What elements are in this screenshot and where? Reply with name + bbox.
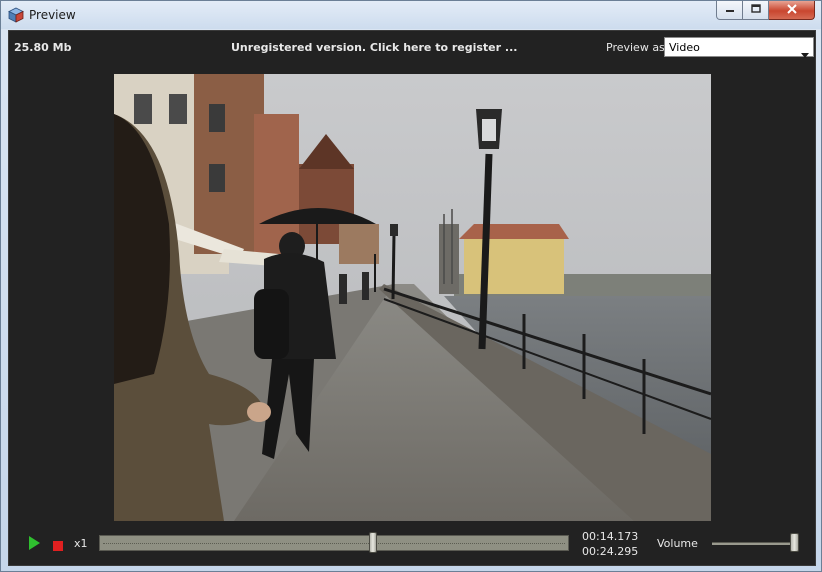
play-icon[interactable]: [28, 536, 40, 550]
chevron-down-icon: [801, 45, 809, 58]
preview-as-dropdown[interactable]: Video: [664, 37, 814, 58]
video-frame-image: [114, 74, 711, 521]
volume-thumb[interactable]: [790, 533, 799, 552]
seek-bar-ticks: [103, 543, 565, 544]
app-cube-icon: [8, 7, 24, 23]
seek-thumb[interactable]: [369, 532, 378, 553]
seek-bar[interactable]: [99, 535, 569, 551]
playback-speed[interactable]: x1: [74, 537, 88, 550]
stop-icon[interactable]: [53, 538, 63, 551]
volume-slider[interactable]: [712, 542, 795, 545]
register-link[interactable]: Unregistered version. Click here to regi…: [231, 41, 517, 54]
close-icon: [786, 1, 798, 19]
preview-window: Preview 25.80 Mb Unregistered version. C…: [0, 0, 822, 572]
total-time: 00:24.295: [582, 545, 639, 558]
preview-as-value: Video: [669, 41, 700, 54]
minimize-button[interactable]: [716, 1, 743, 20]
maximize-button[interactable]: [743, 1, 769, 20]
close-button[interactable]: [769, 1, 815, 20]
playback-controls: x1 00:14.173 00:24.295 Volume: [9, 526, 815, 566]
volume-label: Volume: [657, 537, 698, 550]
preview-as-label: Preview as: [606, 41, 665, 54]
minimize-icon: [725, 1, 735, 19]
caption-buttons: [716, 1, 815, 21]
current-time: 00:14.173: [582, 530, 639, 543]
window-title: Preview: [29, 8, 76, 22]
file-size-label: 25.80 Mb: [14, 41, 72, 54]
maximize-icon: [750, 1, 761, 19]
preview-panel: 25.80 Mb Unregistered version. Click her…: [8, 30, 816, 566]
title-bar[interactable]: Preview: [1, 1, 821, 29]
video-frame[interactable]: [114, 74, 711, 521]
